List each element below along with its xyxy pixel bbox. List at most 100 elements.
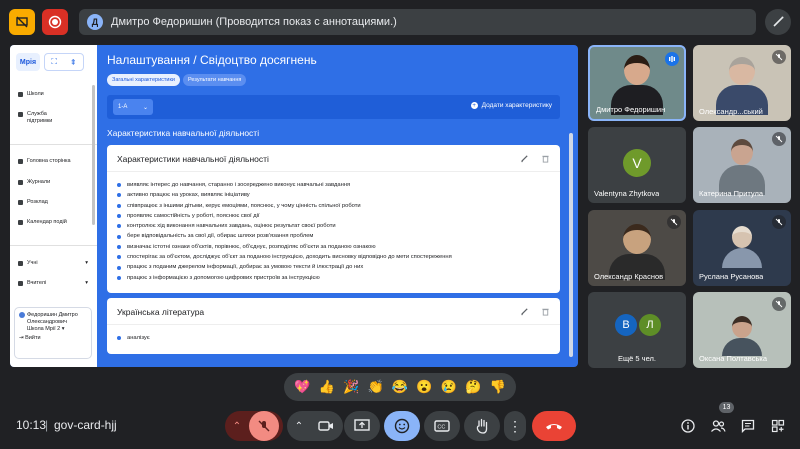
emoji-reactions-button[interactable] bbox=[384, 411, 420, 441]
participant-tile[interactable]: Оксана Полтавська bbox=[693, 292, 791, 368]
user-card[interactable]: Федоришин Дмитро Олександрович Школа Мрі… bbox=[14, 307, 92, 359]
participant-tile[interactable]: V Valentyna Zhytkova bbox=[588, 127, 686, 203]
present-screen-icon bbox=[354, 419, 370, 431]
delete-icon[interactable] bbox=[541, 307, 550, 316]
reaction-heart[interactable]: 💖 bbox=[294, 379, 310, 395]
participant-tile[interactable]: Руслана Русанова bbox=[693, 210, 791, 286]
activities-button[interactable] bbox=[766, 414, 790, 438]
participant-tile[interactable]: Дмитро Федоришин bbox=[588, 45, 686, 121]
participant-avatar: Л bbox=[639, 314, 661, 336]
speaking-indicator-icon bbox=[665, 52, 679, 66]
reaction-surprised[interactable]: 😮 bbox=[416, 379, 432, 395]
section-title: Характеристика навчальної діяльності bbox=[107, 128, 260, 138]
sidebar-item-support[interactable]: Служба підтримки bbox=[18, 111, 71, 125]
list-item: проявляє самостійність у роботі, пояснює… bbox=[117, 211, 452, 221]
camera-options-button[interactable]: ⌃ bbox=[287, 421, 311, 432]
activities-icon bbox=[771, 419, 785, 433]
more-vert-icon: ⋮ bbox=[508, 417, 522, 434]
sidebar-item-calendar[interactable]: Календар подій bbox=[18, 219, 67, 226]
reaction-thumbs-up[interactable]: 👍 bbox=[319, 379, 335, 395]
participant-tile[interactable]: Олександр...ський bbox=[693, 45, 791, 121]
participant-tile[interactable]: Олександр Краснов bbox=[588, 210, 686, 286]
info-icon bbox=[681, 419, 695, 433]
raise-hand-button[interactable] bbox=[464, 411, 500, 441]
tab-results[interactable]: Результати навчання bbox=[183, 74, 247, 86]
camera-control-group: ⌃ bbox=[287, 411, 343, 441]
user-avatar bbox=[19, 312, 25, 318]
mic-control-group: ⌃ bbox=[225, 411, 283, 441]
presenter-banner: Д Дмитро Федоришин (Проводится показ с а… bbox=[79, 9, 756, 35]
meeting-details-button[interactable] bbox=[676, 414, 700, 438]
sidebar-divider bbox=[10, 144, 97, 145]
pin-icon[interactable]: ⇞ bbox=[70, 58, 77, 67]
sidebar-scrollbar[interactable] bbox=[92, 85, 95, 225]
sidebar-item-home[interactable]: Головна сторінка bbox=[18, 158, 71, 165]
breadcrumb-page: Свідоцтво досягнень bbox=[199, 53, 317, 67]
hand-icon bbox=[476, 418, 488, 434]
list-item: бере відповідальність за свої дії, обира… bbox=[117, 231, 452, 241]
card-title: Характеристики навчальної діяльності bbox=[117, 154, 269, 164]
tab-general[interactable]: Загальні характеристики bbox=[107, 74, 180, 86]
more-options-button[interactable]: ⋮ bbox=[504, 411, 526, 441]
reaction-party[interactable]: 🎉 bbox=[343, 379, 359, 395]
logout-link[interactable]: ⇥ Вийти bbox=[19, 335, 87, 342]
shared-screen: Мрія ⛶ ⇞ Школи Служба підтримки Головна … bbox=[10, 45, 578, 367]
mic-toggle-button[interactable] bbox=[249, 411, 279, 441]
chevron-up-icon: ⌃ bbox=[232, 420, 242, 432]
reaction-sad[interactable]: 😢 bbox=[441, 379, 457, 395]
card-divider bbox=[107, 324, 560, 325]
journal-icon bbox=[18, 180, 23, 185]
breadcrumb-section[interactable]: Налаштування bbox=[107, 53, 190, 67]
sidebar-item-schools[interactable]: Школи bbox=[18, 91, 44, 98]
record-icon bbox=[48, 15, 62, 29]
captions-button[interactable]: CC bbox=[424, 411, 460, 441]
stop-presenting-button[interactable] bbox=[9, 9, 35, 35]
mic-off-icon bbox=[772, 215, 786, 229]
chat-button[interactable] bbox=[736, 414, 760, 438]
chevron-down-icon: ⌄ bbox=[142, 104, 148, 111]
delete-icon[interactable] bbox=[541, 154, 550, 163]
plus-icon: + bbox=[470, 102, 478, 109]
reaction-thumbs-down[interactable]: 👎 bbox=[490, 379, 506, 395]
reaction-clap[interactable]: 👏 bbox=[367, 379, 383, 395]
mic-off-icon bbox=[667, 215, 681, 229]
participant-video bbox=[722, 316, 762, 356]
sidebar-item-teachers[interactable]: Вчителі ▾ bbox=[18, 280, 88, 287]
leave-call-button[interactable] bbox=[532, 411, 576, 441]
sidebar-item-journals[interactable]: Журнали bbox=[18, 179, 50, 186]
expand-icon[interactable]: ⛶ bbox=[51, 57, 57, 67]
present-screen-button[interactable] bbox=[344, 411, 380, 441]
reaction-laugh[interactable]: 😂 bbox=[392, 379, 408, 395]
reaction-thinking[interactable]: 🤔 bbox=[465, 379, 481, 395]
add-characteristic-button[interactable]: + Додати характеристику bbox=[470, 102, 552, 109]
participant-name: Дмитро Федоришин bbox=[596, 105, 666, 114]
edit-icon[interactable] bbox=[520, 307, 529, 316]
literature-card: Українська література аналізує bbox=[107, 298, 560, 354]
edit-icon[interactable] bbox=[520, 154, 529, 163]
meeting-code: gov-card-hjj bbox=[54, 418, 117, 432]
mic-off-icon bbox=[772, 297, 786, 311]
app-content: Налаштування / Свідоцтво досягнень Загал… bbox=[107, 45, 578, 367]
sidebar-controls[interactable]: ⛶ ⇞ bbox=[44, 53, 84, 71]
literature-list: аналізує bbox=[117, 333, 150, 343]
more-participants-tile[interactable]: В Л Ещё 5 чел. bbox=[588, 292, 686, 368]
list-item: контролює хід виконання навчальних завда… bbox=[117, 221, 452, 231]
card-divider bbox=[107, 171, 560, 172]
mic-options-button[interactable]: ⌃ bbox=[225, 421, 249, 432]
people-button[interactable] bbox=[706, 414, 730, 438]
list-item: співпрацює з іншими дітьми, керує емоція… bbox=[117, 201, 452, 211]
content-scrollbar[interactable] bbox=[569, 133, 573, 357]
meeting-controls-bar: 10:13 | gov-card-hjj ⌃ ⌃ CC ⋮ bbox=[0, 404, 800, 449]
sidebar-item-students[interactable]: Учні ▾ bbox=[18, 260, 88, 267]
participant-name: Valentyna Zhytkova bbox=[594, 189, 660, 198]
class-select[interactable]: 1-А ⌄ bbox=[113, 99, 153, 115]
user-school[interactable]: Школа Мрії 2 ▾ bbox=[19, 326, 87, 333]
annotate-button[interactable] bbox=[765, 9, 791, 35]
camera-toggle-button[interactable] bbox=[311, 420, 341, 432]
sidebar-item-schedule[interactable]: Розклад bbox=[18, 199, 48, 206]
participant-video bbox=[722, 226, 762, 268]
participant-tile[interactable]: Катерина Притула bbox=[693, 127, 791, 203]
card-title: Українська література bbox=[117, 307, 205, 317]
mic-off-icon bbox=[258, 420, 270, 432]
recording-button[interactable] bbox=[42, 9, 68, 35]
